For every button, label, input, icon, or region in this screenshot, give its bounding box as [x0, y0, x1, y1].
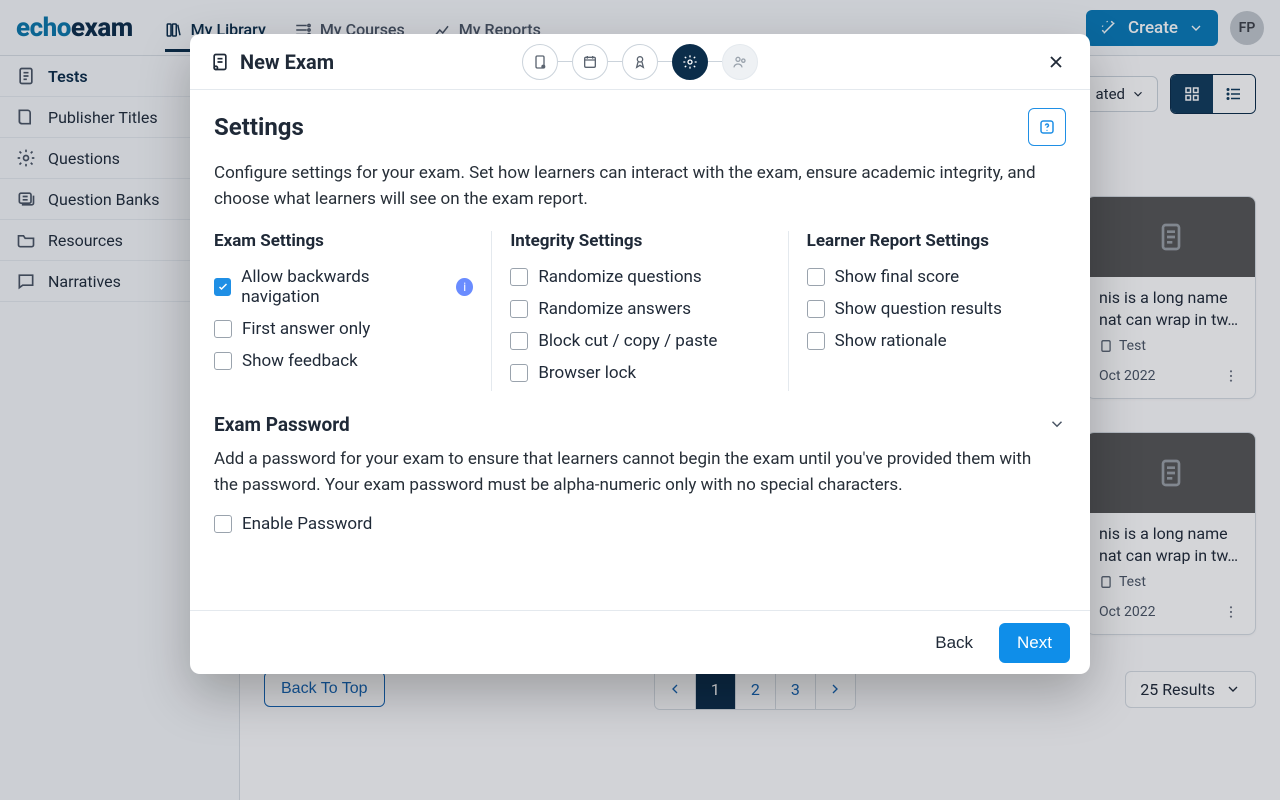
- opt-first-answer-only[interactable]: First answer only: [214, 315, 473, 347]
- help-button[interactable]: [1028, 108, 1066, 146]
- opt-label: Browser lock: [538, 363, 636, 383]
- opt-browser-lock[interactable]: Browser lock: [510, 359, 769, 391]
- opt-label: Show rationale: [835, 331, 947, 351]
- modal-header: New Exam: [190, 34, 1090, 90]
- step-connector: [558, 61, 572, 63]
- checkbox-icon: [214, 278, 231, 296]
- modal-body: Settings Configure settings for your exa…: [190, 90, 1090, 610]
- step-schedule[interactable]: [572, 44, 608, 80]
- col-title: Learner Report Settings: [807, 231, 1066, 251]
- col-title: Integrity Settings: [510, 231, 769, 251]
- stepper: [522, 44, 758, 80]
- back-button[interactable]: Back: [929, 632, 979, 654]
- opt-show-question-results[interactable]: Show question results: [807, 295, 1066, 327]
- settings-columns: Exam Settings Allow backwards navigation…: [214, 231, 1066, 391]
- opt-label: Randomize questions: [538, 267, 701, 287]
- opt-label: Allow backwards navigation: [241, 267, 442, 307]
- chevron-down-icon: [1048, 415, 1066, 433]
- exam-icon: [210, 52, 230, 72]
- modal-footer: Back Next: [190, 610, 1090, 674]
- col-title: Exam Settings: [214, 231, 473, 251]
- info-icon[interactable]: i: [456, 278, 473, 296]
- pw-title: Exam Password: [214, 413, 350, 436]
- opt-label: Show question results: [835, 299, 1002, 319]
- opt-randomize-questions[interactable]: Randomize questions: [510, 263, 769, 295]
- checkbox-icon: [510, 332, 528, 350]
- step-connector: [658, 61, 672, 63]
- col-exam-settings: Exam Settings Allow backwards navigation…: [214, 231, 491, 391]
- checkbox-icon: [510, 300, 528, 318]
- exam-password-section: Exam Password Add a password for your ex…: [214, 413, 1066, 543]
- new-exam-modal: New Exam Settings Configure settings for…: [190, 34, 1090, 674]
- opt-allow-backwards[interactable]: Allow backwards navigation i: [214, 263, 473, 315]
- next-button[interactable]: Next: [999, 623, 1070, 663]
- step-connector: [708, 61, 722, 63]
- checkbox-icon: [807, 268, 825, 286]
- opt-label: First answer only: [242, 319, 370, 339]
- opt-label: Block cut / copy / paste: [538, 331, 717, 351]
- step-connector: [608, 61, 622, 63]
- close-button[interactable]: [1042, 48, 1070, 76]
- modal-title: New Exam: [210, 50, 334, 74]
- section-title: Settings: [214, 113, 304, 141]
- checkbox-icon: [510, 268, 528, 286]
- checkbox-icon: [214, 320, 232, 338]
- opt-enable-password[interactable]: Enable Password: [214, 510, 1066, 542]
- opt-label: Randomize answers: [538, 299, 691, 319]
- section-description: Configure settings for your exam. Set ho…: [214, 160, 1044, 213]
- col-learner-report: Learner Report Settings Show final score…: [788, 231, 1066, 391]
- checkbox-icon: [510, 364, 528, 382]
- opt-label: Show feedback: [242, 351, 358, 371]
- step-assign: [722, 44, 758, 80]
- opt-show-feedback[interactable]: Show feedback: [214, 347, 473, 379]
- checkbox-icon: [214, 515, 232, 533]
- modal-title-text: New Exam: [240, 50, 334, 74]
- exam-password-header[interactable]: Exam Password: [214, 413, 1066, 436]
- checkbox-icon: [214, 352, 232, 370]
- opt-show-final-score[interactable]: Show final score: [807, 263, 1066, 295]
- step-details[interactable]: [522, 44, 558, 80]
- opt-label: Enable Password: [242, 514, 372, 534]
- opt-randomize-answers[interactable]: Randomize answers: [510, 295, 769, 327]
- opt-block-cut-copy-paste[interactable]: Block cut / copy / paste: [510, 327, 769, 359]
- checkbox-icon: [807, 300, 825, 318]
- opt-show-rationale[interactable]: Show rationale: [807, 327, 1066, 359]
- col-integrity-settings: Integrity Settings Randomize questions R…: [491, 231, 787, 391]
- checkbox-icon: [807, 332, 825, 350]
- pw-description: Add a password for your exam to ensure t…: [214, 446, 1044, 499]
- opt-label: Show final score: [835, 267, 960, 287]
- step-grading[interactable]: [622, 44, 658, 80]
- step-settings[interactable]: [672, 44, 708, 80]
